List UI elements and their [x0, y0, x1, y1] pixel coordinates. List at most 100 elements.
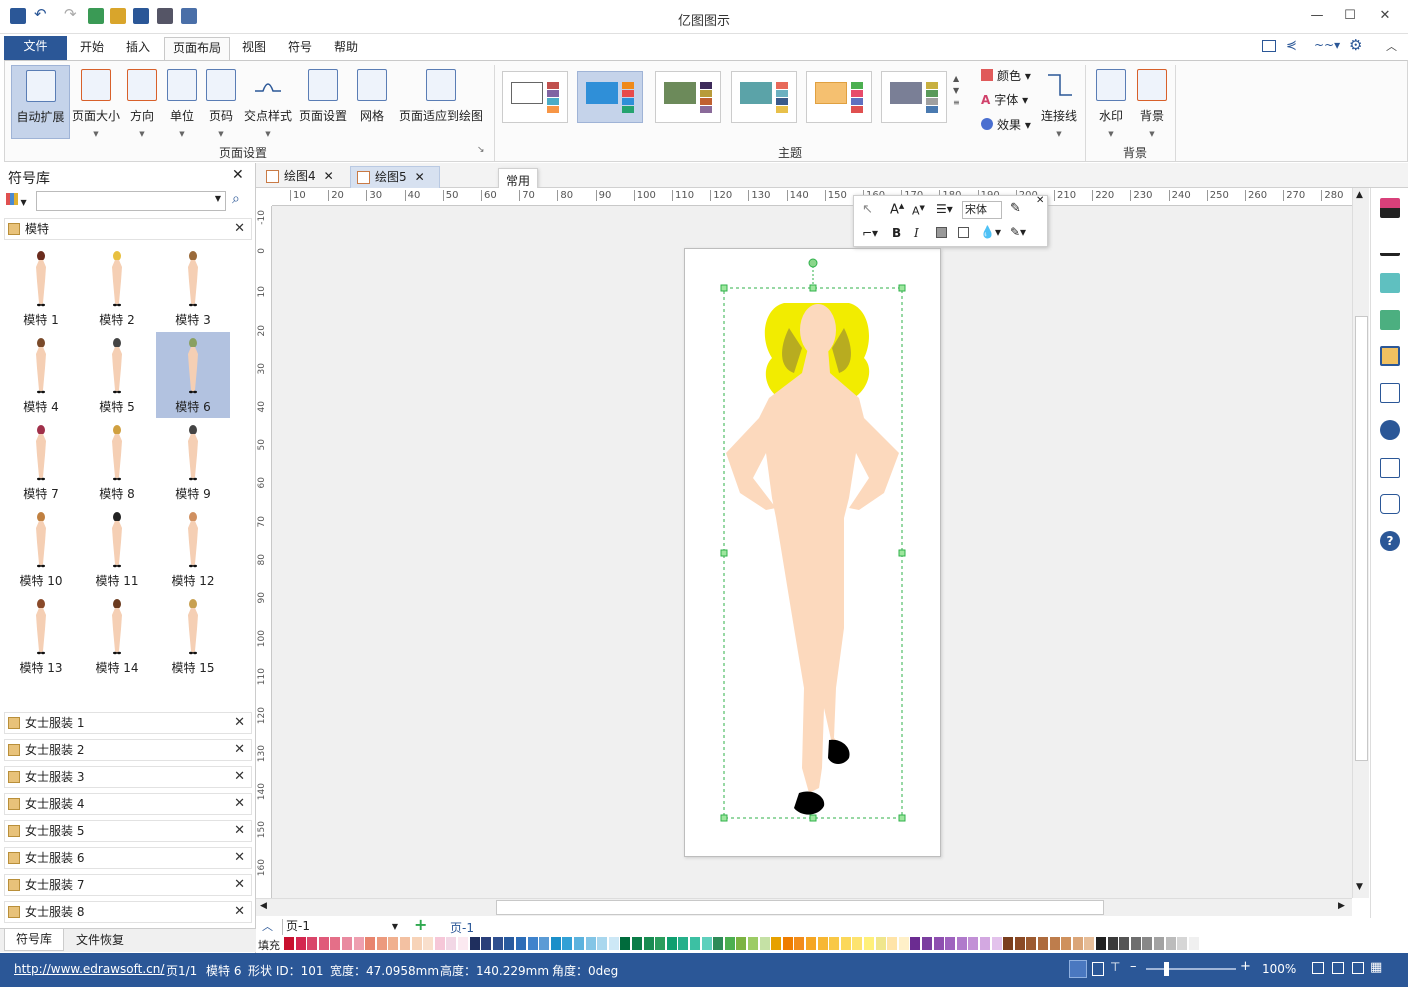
page-tab-1[interactable]: 页-1: [450, 919, 474, 936]
watermark-button[interactable]: 水印 ▼: [1091, 65, 1131, 139]
resize-handle[interactable]: [898, 549, 906, 557]
publish-icon[interactable]: [1262, 40, 1276, 52]
library-shape-item[interactable]: 模特 3: [156, 245, 230, 331]
font-shrink-icon[interactable]: A▼: [912, 204, 925, 218]
close-icon[interactable]: ✕: [234, 767, 245, 787]
palette-color-swatch[interactable]: [759, 937, 770, 950]
select-pointer-icon[interactable]: ↖: [862, 202, 873, 217]
palette-color-swatch[interactable]: [550, 937, 561, 950]
vertical-scroll-thumb[interactable]: [1355, 316, 1368, 761]
resize-handle[interactable]: [898, 284, 906, 292]
page-number-button[interactable]: 页码 ▼: [203, 65, 239, 139]
library-shape-item[interactable]: 模特 6: [156, 332, 230, 418]
fill-icon[interactable]: 💧▾: [980, 225, 1001, 239]
library-group-header[interactable]: 女士服装 7 ✕: [4, 874, 252, 896]
palette-color-swatch[interactable]: [724, 937, 735, 950]
palette-color-swatch[interactable]: [690, 937, 700, 950]
palette-color-swatch[interactable]: [771, 937, 782, 950]
palette-color-swatch[interactable]: [736, 937, 747, 950]
library-shape-item[interactable]: 模特 4: [4, 332, 78, 418]
auto-expand-button[interactable]: 自动扩展: [11, 65, 70, 139]
library-close-icon[interactable]: ✕: [232, 167, 244, 183]
theme-font-button[interactable]: A 字体 ▾: [981, 89, 1028, 111]
palette-color-swatch[interactable]: [492, 937, 503, 950]
palette-color-swatch[interactable]: [875, 937, 886, 950]
zoom-slider[interactable]: [1146, 968, 1236, 970]
vertical-scrollbar[interactable]: ▲ ▼: [1352, 188, 1369, 898]
palette-color-swatch[interactable]: [910, 937, 921, 950]
dialog-launcher-icon[interactable]: ↘: [477, 145, 485, 155]
resize-handle[interactable]: [720, 284, 728, 292]
palette-color-swatch[interactable]: [342, 937, 352, 950]
palette-color-swatch[interactable]: [922, 937, 932, 950]
library-group-header[interactable]: 女士服装 4 ✕: [4, 793, 252, 815]
tab-symbol[interactable]: 符号: [280, 37, 320, 60]
close-icon[interactable]: ✕: [234, 219, 245, 239]
tab-view[interactable]: 视图: [234, 37, 274, 60]
palette-color-swatch[interactable]: [678, 937, 689, 950]
theme-option-6[interactable]: [881, 71, 947, 123]
palette-color-swatch[interactable]: [1084, 937, 1095, 950]
palette-color-swatch[interactable]: [330, 937, 341, 950]
palette-color-swatch[interactable]: [411, 937, 422, 950]
tab-file-recovery[interactable]: 文件恢复: [70, 931, 130, 951]
close-icon[interactable]: ✕: [234, 740, 245, 760]
palette-color-swatch[interactable]: [852, 937, 863, 950]
zoom-in-icon[interactable]: +: [1240, 959, 1251, 974]
palette-color-swatch[interactable]: [1026, 937, 1037, 950]
theme-option-2[interactable]: [577, 71, 643, 123]
palette-color-swatch[interactable]: [284, 937, 294, 950]
palette-color-swatch[interactable]: [748, 937, 758, 950]
page-view-icon[interactable]: [1092, 962, 1104, 976]
palette-color-swatch[interactable]: [1072, 937, 1083, 950]
palette-color-swatch[interactable]: [527, 937, 538, 950]
resize-handle[interactable]: [898, 814, 906, 822]
close-icon[interactable]: ✕: [234, 821, 245, 841]
palette-color-swatch[interactable]: [956, 937, 967, 950]
library-shape-item[interactable]: 模特 12: [156, 506, 230, 592]
close-icon[interactable]: ✕: [1370, 6, 1400, 26]
palette-color-swatch[interactable]: [1014, 937, 1025, 950]
close-icon[interactable]: ✕: [234, 875, 245, 895]
palette-color-swatch[interactable]: [295, 937, 306, 950]
library-shape-item[interactable]: 模特 13: [4, 593, 78, 679]
palette-color-swatch[interactable]: [446, 937, 457, 950]
library-shape-item[interactable]: 模特 2: [80, 245, 154, 331]
palette-color-swatch[interactable]: [933, 937, 944, 950]
theme-color-button[interactable]: 颜色 ▾: [981, 65, 1031, 87]
horizontal-scroll-thumb[interactable]: [496, 900, 1104, 915]
resize-handle[interactable]: [720, 814, 728, 822]
tab-insert[interactable]: 插入: [118, 37, 158, 60]
palette-color-swatch[interactable]: [597, 937, 608, 950]
italic-icon[interactable]: I: [914, 226, 919, 240]
theme-option-3[interactable]: [655, 71, 721, 123]
scroll-left-icon[interactable]: ◀: [260, 901, 267, 911]
close-icon[interactable]: ✕: [1036, 195, 1044, 206]
jump-style-button[interactable]: 交点样式 ▼: [241, 65, 295, 139]
model-figure-shape[interactable]: [684, 248, 941, 857]
unit-button[interactable]: 单位 ▼: [163, 65, 201, 139]
palette-color-swatch[interactable]: [991, 937, 1002, 950]
search-icon[interactable]: ⌕: [232, 191, 240, 207]
palette-color-swatch[interactable]: [1188, 937, 1199, 950]
close-icon[interactable]: ✕: [234, 794, 245, 814]
page-list-icon[interactable]: [1380, 383, 1400, 403]
palette-color-swatch[interactable]: [829, 937, 840, 950]
doc-tab-drawing4[interactable]: 绘图4 ✕: [260, 166, 344, 188]
fit-page-icon[interactable]: [1312, 962, 1324, 974]
font-select[interactable]: 宋体: [962, 201, 1002, 219]
layer-icon[interactable]: [1380, 346, 1400, 366]
bring-front-icon[interactable]: [936, 227, 947, 238]
library-shape-item[interactable]: 模特 14: [80, 593, 154, 679]
presentation-icon[interactable]: ⊤: [1110, 960, 1120, 974]
library-shape-item[interactable]: 模特 10: [4, 506, 78, 592]
fill-bucket-icon[interactable]: [1380, 198, 1400, 218]
palette-color-swatch[interactable]: [434, 937, 445, 950]
font-grow-icon[interactable]: A▲: [890, 202, 904, 217]
theme-scroll-icon[interactable]: ▲ ▼ ≡: [953, 73, 960, 109]
scroll-down-icon[interactable]: ▼: [1356, 882, 1363, 892]
zoom-out-icon[interactable]: –: [1130, 959, 1137, 974]
palette-color-swatch[interactable]: [1096, 937, 1106, 950]
palette-color-swatch[interactable]: [1003, 937, 1014, 950]
minimize-icon[interactable]: —: [1302, 6, 1332, 26]
